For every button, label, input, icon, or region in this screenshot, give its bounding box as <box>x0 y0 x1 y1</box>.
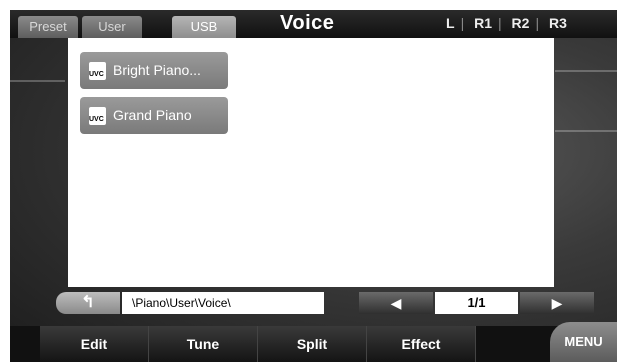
zone-r1[interactable]: R1 <box>474 15 492 31</box>
split-button[interactable]: Split <box>258 326 367 362</box>
file-label: Bright Piano... <box>113 62 201 78</box>
decor-streak <box>10 80 65 82</box>
tab-user[interactable]: User <box>82 16 142 38</box>
screen: Preset User USB Voice L | R1 | R2 | R3 UVC … <box>10 10 617 362</box>
effect-button[interactable]: Effect <box>367 326 476 362</box>
top-bar: Preset User USB Voice L | R1 | R2 | R3 <box>10 10 617 38</box>
tab-usb[interactable]: USB <box>172 16 236 38</box>
zone-r2[interactable]: R2 <box>512 15 530 31</box>
file-label: Grand Piano <box>113 107 192 123</box>
zone-r3[interactable]: R3 <box>549 15 567 31</box>
decor-streak <box>555 70 617 72</box>
edit-button[interactable]: Edit <box>40 326 149 362</box>
zone-l[interactable]: L <box>446 15 455 31</box>
decor-streak <box>555 130 617 132</box>
uvc-file-icon: UVC <box>89 107 106 125</box>
file-item[interactable]: UVC Bright Piano... <box>80 52 228 89</box>
tab-preset[interactable]: Preset <box>18 16 78 38</box>
page-title: Voice <box>280 12 335 34</box>
bottom-bar: Edit Tune Split Effect <box>10 326 617 362</box>
uvc-file-icon: UVC <box>89 62 106 80</box>
back-arrow-icon[interactable]: ↰ <box>56 292 120 314</box>
page-indicator: 1/1 <box>435 292 518 314</box>
tune-button[interactable]: Tune <box>149 326 258 362</box>
file-list: UVC Bright Piano... UVC Grand Piano <box>68 38 554 287</box>
menu-button[interactable]: MENU <box>550 322 617 362</box>
pager: ◀ 1/1 ▶ <box>359 292 594 314</box>
keyboard-zones: L | R1 | R2 | R3 <box>446 15 567 31</box>
prev-page-button[interactable]: ◀ <box>359 292 433 314</box>
current-path: \Piano\User\Voice\ <box>122 292 324 314</box>
next-page-button[interactable]: ▶ <box>520 292 594 314</box>
path-bar: ↰ \Piano\User\Voice\ <box>56 292 324 314</box>
file-item[interactable]: UVC Grand Piano <box>80 97 228 134</box>
